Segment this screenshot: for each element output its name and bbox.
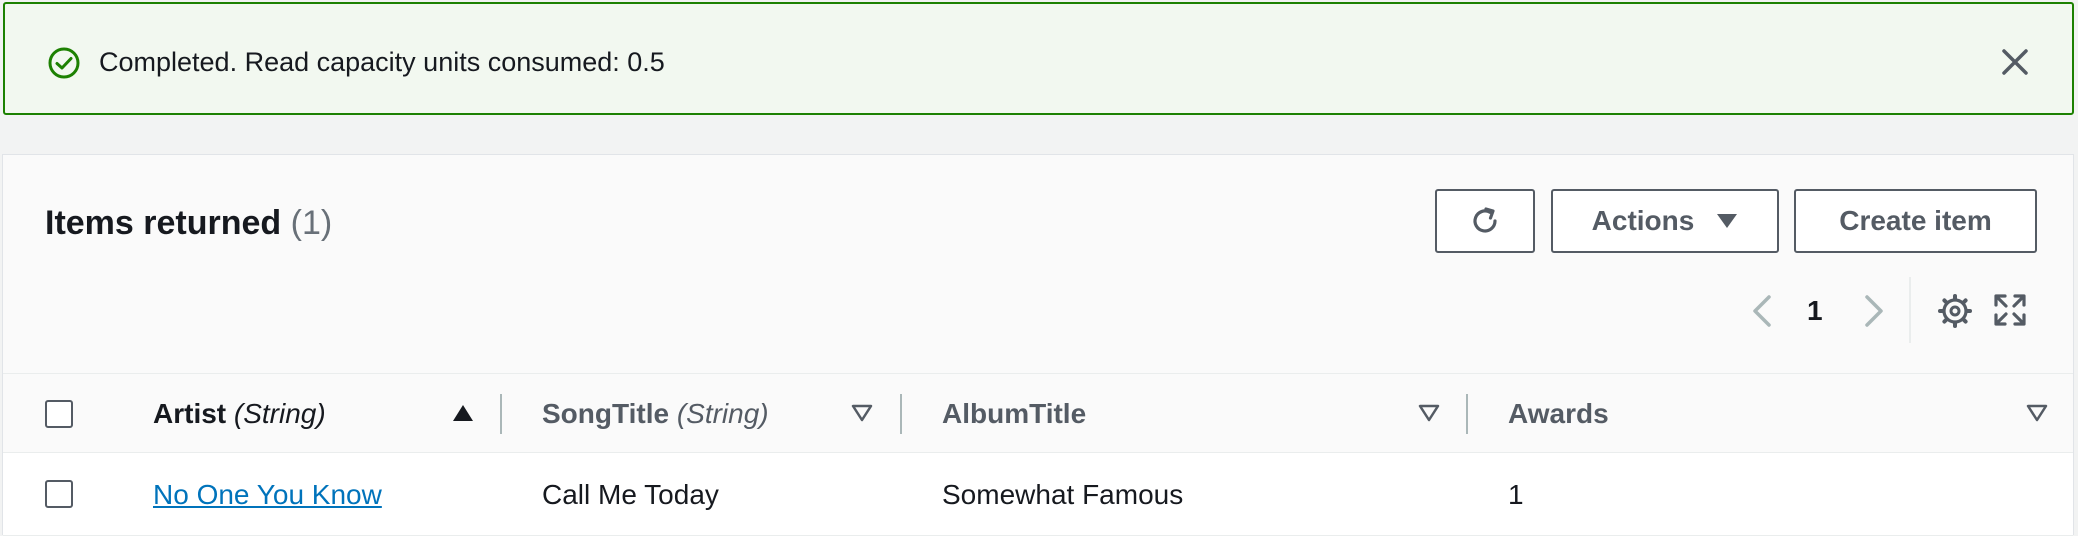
refresh-button[interactable] [1435,189,1535,253]
success-flashbar: Completed. Read capacity units consumed:… [3,2,2074,115]
select-all-checkbox[interactable] [45,400,73,428]
caret-down-icon [1717,214,1738,228]
column-header-songtitle[interactable]: SongTitle (String) [542,396,769,432]
column-resizer[interactable] [500,394,502,434]
actions-dropdown-button[interactable]: Actions [1551,189,1779,253]
create-item-button[interactable]: Create item [1794,189,2037,253]
items-panel: Items returned (1) Actions Create item 1 [2,154,2074,536]
sort-icon[interactable] [1418,404,1440,422]
awards-cell: 1 [1508,479,1524,510]
actions-label: Actions [1591,205,1695,236]
close-icon[interactable] [1999,46,2031,78]
current-page-number[interactable]: 1 [1807,291,1823,331]
sort-icon[interactable] [2026,404,2048,422]
artist-cell-link[interactable]: No One You Know [153,477,382,513]
gear-icon[interactable] [1937,293,1973,329]
row-checkbox[interactable] [45,480,73,508]
check-circle-icon [48,47,80,79]
panel-title: Items returned (1) [45,201,332,245]
songtitle-cell: Call Me Today [542,479,719,510]
item-count: (1) [290,204,333,242]
flash-message: Completed. Read capacity units consumed:… [99,47,665,77]
column-header-albumtitle[interactable]: AlbumTitle [942,396,1086,432]
table-row[interactable]: No One You Know Call Me Today Somewhat F… [3,453,2073,536]
toolbar-divider [1909,277,1911,343]
sort-ascending-icon[interactable] [452,404,474,422]
column-resizer[interactable] [1466,394,1468,434]
previous-page-icon[interactable] [1747,285,1777,337]
column-header-awards[interactable]: Awards [1508,396,1609,432]
refresh-icon [1473,207,1497,233]
albumtitle-cell: Somewhat Famous [942,479,1184,510]
fullscreen-icon[interactable] [1993,293,2027,327]
column-resizer[interactable] [900,394,902,434]
sort-icon[interactable] [851,404,873,422]
column-header-artist[interactable]: Artist (String) [153,396,326,432]
table-header: Artist (String) SongTitle (String) Album… [3,373,2073,453]
create-item-label: Create item [1839,205,1992,236]
panel-title-text: Items returned [45,204,282,242]
next-page-icon[interactable] [1859,285,1889,337]
